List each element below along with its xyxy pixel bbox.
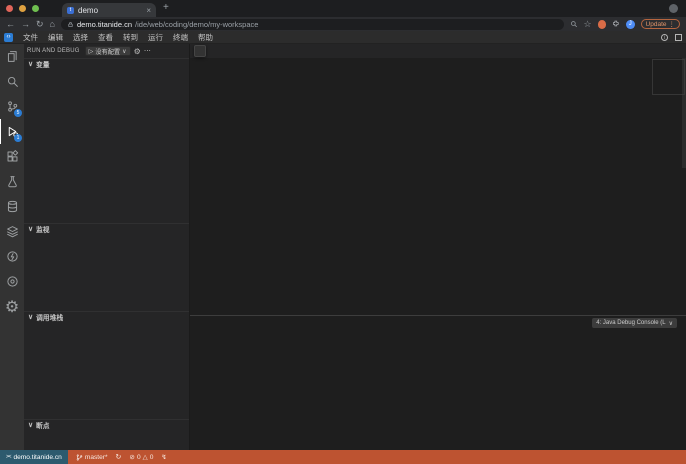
code-editor[interactable]: [190, 69, 686, 315]
window-minimize-button[interactable]: [19, 5, 26, 12]
activity-item-source-control[interactable]: 5: [0, 94, 24, 119]
home-button[interactable]: ⌂: [50, 19, 55, 29]
git-branch-status[interactable]: master*: [76, 454, 108, 461]
sidebar-header: RUN AND DEBUG ▷ 没有配置 ∨ ⚙ ⋯: [24, 44, 189, 58]
variables-section-header[interactable]: ∨变量: [24, 58, 189, 68]
chevron-down-icon: ∨: [669, 320, 673, 327]
extensions-icon: [6, 150, 19, 163]
menu-items: 文件编辑选择查看转到运行终端帮助: [18, 32, 218, 43]
fullscreen-icon[interactable]: [675, 34, 682, 41]
callstack-section-header[interactable]: ∨调用堆栈: [24, 311, 189, 321]
test-icon: [6, 175, 19, 188]
debug-status-icon[interactable]: ↯: [161, 453, 167, 461]
tab-title: demo: [78, 6, 98, 15]
minimap-slider[interactable]: [652, 59, 685, 95]
branch-icon: [76, 454, 83, 461]
sync-status[interactable]: ↻: [116, 453, 122, 461]
explorer-icon: [6, 50, 19, 63]
source-control-badge: 5: [14, 109, 22, 117]
menu-item-7[interactable]: 帮助: [193, 32, 218, 43]
start-debug-icon[interactable]: ▷: [89, 48, 94, 55]
browser-toolbar: ← → ↻ ⌂ demo.titanide.cn/ide/web/coding/…: [0, 17, 686, 31]
search-icon: [6, 75, 19, 88]
ide-menu-bar: ‹› 文件编辑选择查看转到运行终端帮助 i: [0, 31, 686, 44]
breadcrumb: [190, 58, 686, 69]
status-bar: >< demo.titanide.cn master* ↻ ⊘0 △0 ↯: [0, 450, 686, 464]
target-icon: [6, 275, 19, 288]
reload-button[interactable]: ↻: [36, 19, 44, 30]
power-icon: [6, 250, 19, 263]
remote-icon: ><: [6, 454, 10, 460]
menu-item-2[interactable]: 选择: [68, 32, 93, 43]
menu-item-4[interactable]: 转到: [118, 32, 143, 43]
variables-tree: [24, 68, 189, 223]
tab-favicon: t: [67, 7, 74, 14]
remote-indicator[interactable]: >< demo.titanide.cn: [0, 450, 68, 464]
error-icon: ⊘: [129, 453, 135, 461]
window-zoom-button[interactable]: [32, 5, 39, 12]
browser-tab[interactable]: t demo ×: [62, 3, 156, 17]
back-button[interactable]: ←: [6, 19, 15, 29]
forward-button[interactable]: →: [21, 19, 30, 29]
gear-icon[interactable]: ⚙: [134, 47, 141, 56]
launch-config-dropdown[interactable]: ▷ 没有配置 ∨: [85, 46, 131, 56]
menu-item-5[interactable]: 运行: [143, 32, 168, 43]
menu-item-6[interactable]: 终端: [168, 32, 193, 43]
extension-avatar-icon[interactable]: [598, 20, 607, 29]
ide-logo[interactable]: ‹›: [4, 33, 13, 42]
activity-item-test[interactable]: [0, 169, 24, 194]
address-bar[interactable]: demo.titanide.cn/ide/web/coding/demo/my-…: [61, 19, 564, 30]
activity-item-run-debug[interactable]: 1: [0, 119, 24, 144]
activity-bar: 5 1 ⚙: [0, 44, 24, 450]
terminal-select[interactable]: 4: Java Debug Console (L ∨: [592, 318, 677, 328]
info-icon[interactable]: i: [661, 34, 668, 41]
activity-item-explorer[interactable]: [0, 44, 24, 69]
terminal-output[interactable]: [190, 330, 686, 450]
window-close-button[interactable]: [6, 5, 13, 12]
run-debug-badge: 1: [14, 134, 22, 142]
profile-avatar[interactable]: J: [626, 20, 635, 29]
activity-item-target[interactable]: [0, 269, 24, 294]
problems-status[interactable]: ⊘0 △0: [129, 453, 153, 461]
panel-header: 4: Java Debug Console (L ∨: [190, 316, 686, 330]
editor-actions: [680, 44, 686, 58]
manage-gear-button[interactable]: ⚙: [0, 294, 24, 319]
new-tab-button[interactable]: +: [163, 2, 169, 13]
chevron-down-icon: ∨: [122, 48, 127, 55]
run-debug-sidebar: RUN AND DEBUG ▷ 没有配置 ∨ ⚙ ⋯ ∨变量 ∨监视 ∨调用堆栈…: [24, 44, 190, 450]
debug-toolbar: [194, 45, 206, 57]
activity-item-power[interactable]: [0, 244, 24, 269]
activity-item-database[interactable]: [0, 194, 24, 219]
more-icon[interactable]: ⋯: [144, 47, 151, 55]
callstack-list: [24, 321, 189, 419]
browser-profile-icon[interactable]: [669, 4, 678, 13]
breakpoints-section-header[interactable]: ∨断点: [24, 419, 189, 429]
warning-icon: △: [143, 453, 148, 461]
url-path: /ide/web/coding/demo/my-workspace: [135, 20, 258, 29]
activity-item-search[interactable]: [0, 69, 24, 94]
menu-item-1[interactable]: 编辑: [43, 32, 68, 43]
search-icon[interactable]: [570, 20, 578, 28]
editor-scrollbar[interactable]: [682, 58, 686, 168]
bottom-panel: 4: Java Debug Console (L ∨: [190, 315, 686, 450]
browser-menu-icon[interactable]: ⋮: [669, 20, 676, 28]
activity-item-layers[interactable]: [0, 219, 24, 244]
layers-icon: [6, 225, 19, 238]
database-icon: [6, 200, 19, 213]
extensions-puzzle-icon[interactable]: [612, 20, 620, 28]
tab-close-icon[interactable]: ×: [146, 6, 151, 15]
bookmark-star-icon[interactable]: ☆: [584, 19, 592, 30]
watch-tree: [24, 233, 189, 311]
menu-item-0[interactable]: 文件: [18, 32, 43, 43]
menu-item-3[interactable]: 查看: [93, 32, 118, 43]
browser-update-button[interactable]: Update ⋮: [641, 19, 680, 29]
url-host: demo.titanide.cn: [77, 20, 132, 29]
watch-section-header[interactable]: ∨监视: [24, 223, 189, 233]
editor-tab-bar: [190, 44, 686, 58]
sidebar-title: RUN AND DEBUG: [27, 48, 80, 54]
lock-icon: [67, 21, 74, 28]
activity-item-extensions[interactable]: [0, 144, 24, 169]
